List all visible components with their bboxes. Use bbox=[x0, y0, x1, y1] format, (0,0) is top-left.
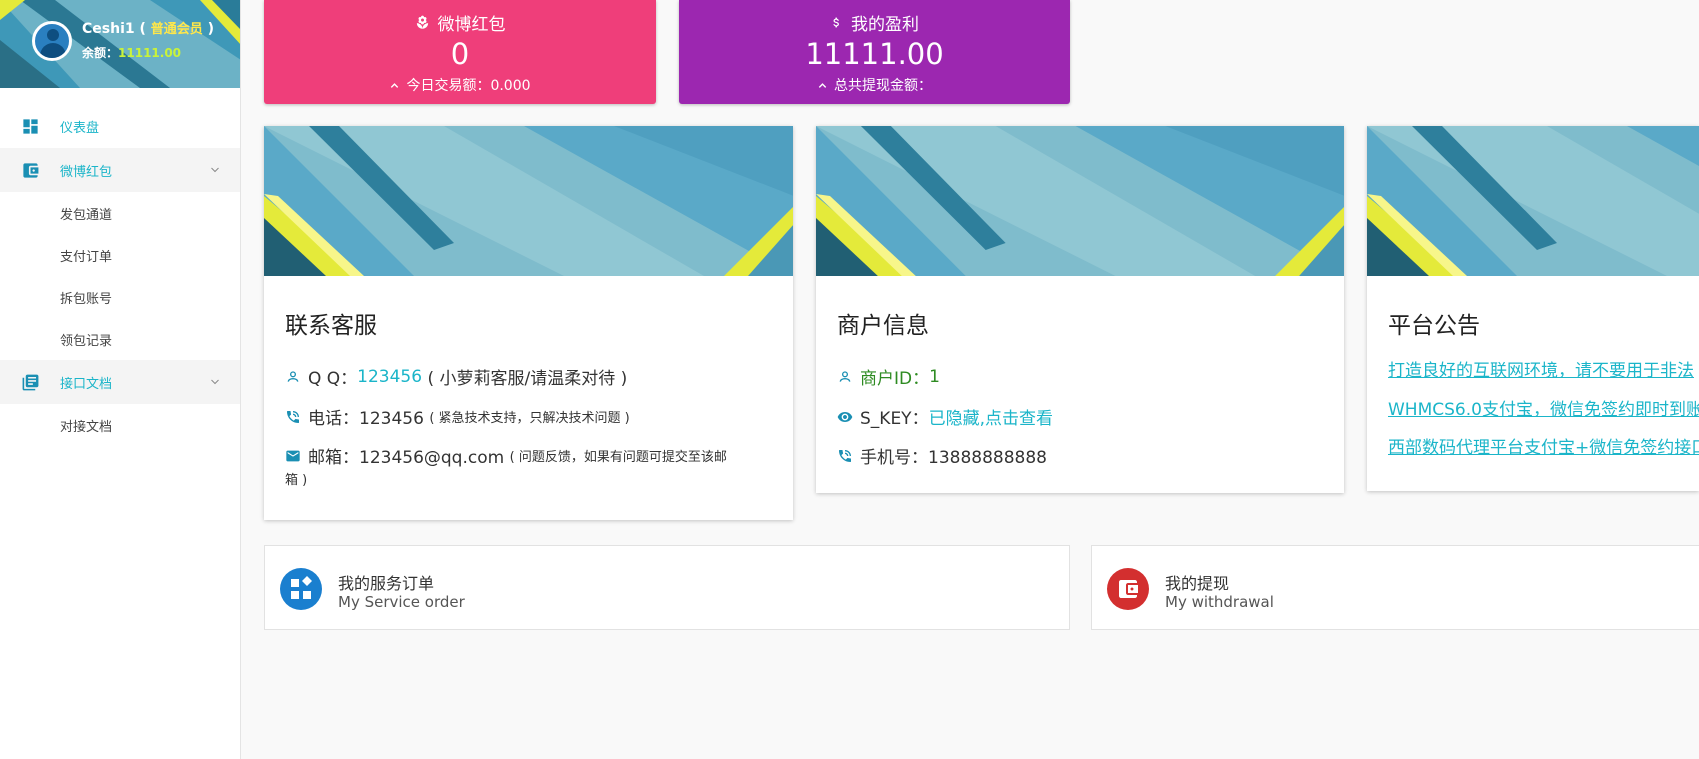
dollar-icon bbox=[833, 17, 839, 28]
support-qq-row: Q Q： 123456 ( 小萝莉客服/请温柔对待 ) bbox=[285, 364, 627, 389]
sidebar-subitem-lingbao-records[interactable]: 领包记录 bbox=[0, 318, 240, 360]
support-card: 联系客服 Q Q： 123456 ( 小萝莉客服/请温柔对待 ) 电话：12345… bbox=[264, 126, 793, 520]
wallet-icon bbox=[1107, 568, 1149, 610]
my-service-order-box[interactable]: 我的服务订单 My Service order bbox=[264, 545, 1070, 630]
merchant-info-card: 商户信息 商户ID： 1 S_KEY： 已隐藏,点击查看 手机号：138888888… bbox=[816, 126, 1344, 493]
balance-amount: 11111.00 bbox=[118, 46, 182, 60]
eye-icon bbox=[837, 411, 853, 422]
notice-item: WHMCS6.0支付宝，微信免签约即时到账 bbox=[1388, 395, 1699, 420]
sidebar-item-dashboard[interactable]: 仪表盘 bbox=[0, 104, 240, 148]
merchant-id-value: 1 bbox=[929, 366, 940, 387]
box-title: 我的服务订单 bbox=[338, 574, 435, 593]
sidebar-item-weibo-hongbao[interactable]: 微博红包 bbox=[0, 148, 240, 192]
tile-value: 11111.00 bbox=[805, 37, 944, 71]
card-title: 联系客服 bbox=[285, 313, 377, 339]
phone-icon bbox=[287, 410, 299, 423]
qq-number[interactable]: 123456 bbox=[357, 367, 422, 387]
weibo-hongbao-stat-tile[interactable]: 微博红包 0 今日交易额：0.000 bbox=[264, 0, 656, 104]
sidebar-subitem-payment-orders[interactable]: 支付订单 bbox=[0, 234, 240, 276]
library-books-icon bbox=[22, 374, 39, 391]
box-title: 我的提现 bbox=[1165, 574, 1230, 593]
notice-item: 打造良好的互联网环境，请不要用于非法 bbox=[1388, 356, 1694, 381]
profile-balance: 余额：11111.00 bbox=[82, 46, 182, 60]
chevron-up-icon bbox=[818, 82, 827, 88]
profile-header: Ceshi1 ( 普通会员 ) 余额：11111.00 bbox=[0, 0, 240, 88]
widgets-icon bbox=[280, 568, 322, 610]
support-email-note-wrap: 箱 ) bbox=[285, 473, 308, 488]
notice-link[interactable]: WHMCS6.0支付宝，微信免签约即时到账 bbox=[1388, 395, 1699, 420]
tile-title: 微博红包 bbox=[264, 10, 656, 35]
wallet-icon bbox=[23, 163, 39, 178]
sidebar-subitem-chaibao-accounts[interactable]: 拆包账号 bbox=[0, 276, 240, 318]
sidebar-subitem-integration-docs[interactable]: 对接文档 bbox=[0, 404, 240, 446]
avatar[interactable] bbox=[32, 21, 72, 61]
person-icon bbox=[839, 370, 851, 382]
notice-link[interactable]: 西部数码代理平台支付宝+微信免签约接口 bbox=[1388, 433, 1699, 458]
sidebar-subitem-fabao-channel[interactable]: 发包通道 bbox=[0, 192, 240, 234]
support-phone-row: 电话：123456 ( 紧急技术支持，只解决技术问题 ) bbox=[285, 404, 630, 429]
email-icon bbox=[286, 450, 300, 461]
sidebar-item-api-docs[interactable]: 接口文档 bbox=[0, 360, 240, 404]
sidebar: Ceshi1 ( 普通会员 ) 余额：11111.00 仪表盘 微博红包 发包通… bbox=[0, 0, 241, 759]
sidebar-item-label: 接口文档 bbox=[60, 376, 113, 392]
card-banner-image bbox=[264, 126, 793, 276]
platform-notice-card: 平台公告 打造良好的互联网环境，请不要用于非法 WHMCS6.0支付宝，微信免签… bbox=[1367, 126, 1699, 491]
tile-title: 我的盈利 bbox=[679, 10, 1070, 35]
merchant-skey-row: S_KEY： 已隐藏,点击查看 bbox=[837, 404, 1053, 429]
tile-value: 0 bbox=[450, 37, 470, 71]
chevron-down-icon[interactable] bbox=[209, 164, 221, 176]
sidebar-item-label: 微博红包 bbox=[60, 164, 113, 180]
tile-sub: 今日交易额：0.000 bbox=[264, 75, 656, 95]
support-email-row: 邮箱：123456@qq.com ( 问题反馈，如果有问题可提交至该邮 bbox=[285, 443, 727, 468]
tile-sub: 总共提现金额： bbox=[679, 75, 1070, 95]
sidebar-item-label: 仪表盘 bbox=[60, 120, 100, 136]
card-banner-image bbox=[816, 126, 1344, 276]
card-title: 商户信息 bbox=[837, 313, 929, 339]
notice-link[interactable]: 打造良好的互联网环境，请不要用于非法 bbox=[1388, 356, 1694, 381]
merchant-id-row: 商户ID： 1 bbox=[837, 364, 940, 389]
my-profit-stat-tile[interactable]: 我的盈利 11111.00 总共提现金额： bbox=[679, 0, 1070, 104]
chevron-down-icon[interactable] bbox=[209, 376, 221, 388]
box-subtitle: My Service order bbox=[338, 593, 465, 611]
chevron-up-icon bbox=[391, 82, 399, 88]
card-banner-image bbox=[1367, 126, 1699, 276]
skey-reveal-link[interactable]: 已隐藏,点击查看 bbox=[929, 404, 1053, 429]
sidebar-nav: 仪表盘 微博红包 发包通道 支付订单 拆包账号 领包记录 接口文档 对接文档 bbox=[0, 104, 240, 446]
member-level-badge: 普通会员 bbox=[150, 22, 203, 37]
box-subtitle: My withdrawal bbox=[1165, 593, 1274, 611]
dashboard-icon bbox=[23, 119, 38, 134]
phone-icon bbox=[839, 449, 851, 462]
my-withdrawal-box[interactable]: 我的提现 My withdrawal bbox=[1091, 545, 1699, 630]
merchant-phone-row: 手机号：13888888888 bbox=[837, 443, 1047, 468]
profile-username: Ceshi1 ( 普通会员 ) bbox=[82, 21, 215, 37]
flower-icon bbox=[416, 15, 428, 29]
notice-item: 西部数码代理平台支付宝+微信免签约接口 bbox=[1388, 433, 1699, 458]
card-title: 平台公告 bbox=[1388, 313, 1480, 339]
person-icon bbox=[287, 370, 299, 382]
